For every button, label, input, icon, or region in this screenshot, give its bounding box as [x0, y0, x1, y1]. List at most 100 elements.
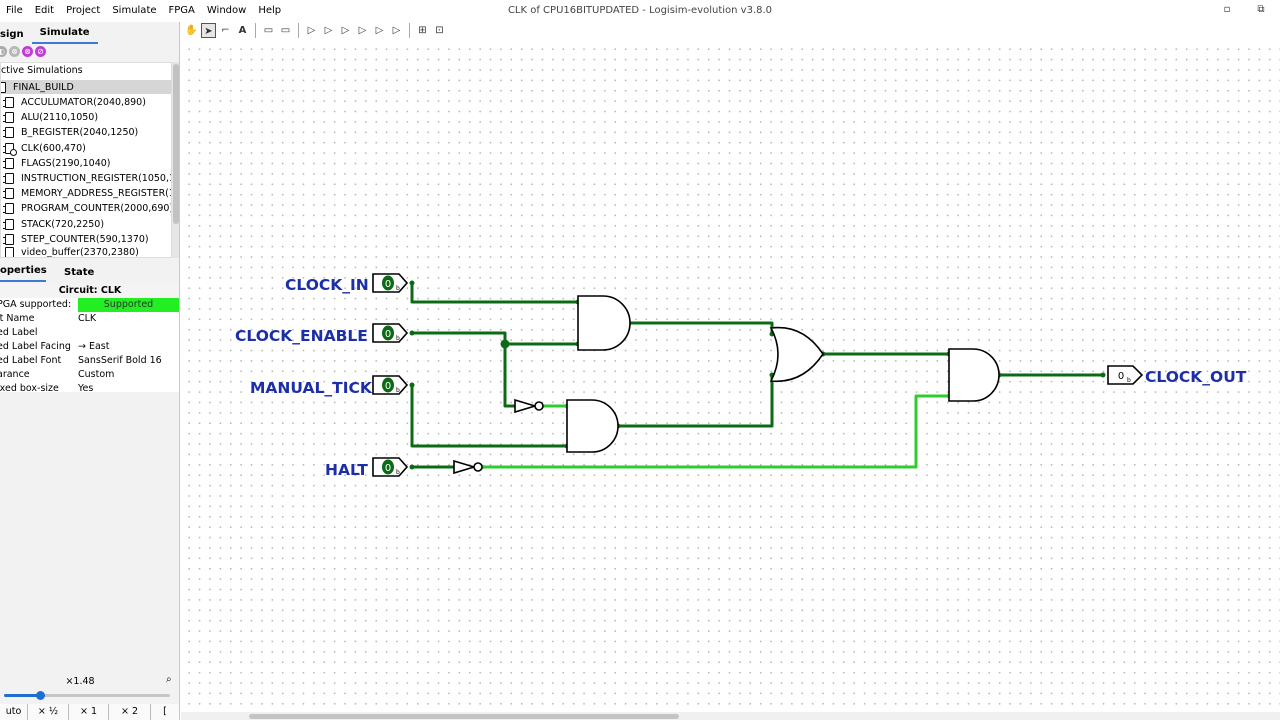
tree-item-root[interactable]: FINAL_BUILD — [1, 80, 74, 94]
chip-icon — [3, 218, 14, 230]
property-key: ed Label Facing — [0, 341, 71, 352]
output-pin-icon[interactable]: ▭ — [278, 23, 293, 38]
zoom-magnifier-icon[interactable]: ⌕ — [166, 674, 176, 685]
text-tool-icon[interactable]: A — [235, 23, 250, 38]
input-pin-halt[interactable]: 0 b — [372, 457, 409, 477]
sim-tick-icon[interactable]: ⊘ — [35, 46, 46, 57]
logisim-window: File Edit Project Simulate FPGA Window H… — [0, 0, 1280, 720]
minimize-button[interactable]: ▫ — [1220, 4, 1234, 15]
tree-scrollbar[interactable] — [172, 62, 179, 258]
left-panel: sign Simulate ◐ ⊗ ⊗ ⊘ ctive Simulations … — [0, 22, 180, 720]
high-wires — [480, 394, 951, 469]
menu-project[interactable]: Project — [60, 0, 106, 22]
and-gate-1[interactable] — [577, 295, 631, 351]
tree-item[interactable]: STACK(720,2250) — [3, 217, 104, 231]
output-pin-clock-out[interactable]: 0 b — [1107, 365, 1144, 385]
zoom-two-button[interactable]: × 2 — [109, 704, 151, 720]
appearance-icon[interactable]: ⊡ — [432, 23, 447, 38]
property-key: ixed box-size — [0, 383, 59, 394]
wire-manual-tick — [410, 383, 569, 448]
zoom-auto-button[interactable]: uto — [0, 704, 28, 720]
tab-state[interactable]: State — [64, 267, 94, 282]
zoom-slider-knob[interactable] — [36, 691, 45, 700]
menu-simulate[interactable]: Simulate — [106, 0, 162, 22]
tab-design[interactable]: sign — [0, 29, 32, 44]
not-gate-1[interactable] — [514, 398, 538, 414]
zoom-slider[interactable] — [4, 691, 170, 700]
chip-icon — [3, 187, 14, 199]
property-value[interactable]: SansSerif Bold 16 — [78, 354, 179, 368]
buffer-gate-icon[interactable]: ▷ — [321, 23, 336, 38]
zoom-fit-button[interactable]: [ — [151, 704, 179, 720]
hand-icon[interactable]: ✋ — [184, 23, 199, 38]
and-gate-icon[interactable]: ▷ — [338, 23, 353, 38]
menu-edit[interactable]: Edit — [29, 0, 60, 22]
maximize-button[interactable]: ⧉ — [1254, 4, 1268, 15]
input-pin-manual-tick[interactable]: 0 b — [372, 375, 409, 395]
input-pin-clock-enable[interactable]: 0 b — [372, 323, 409, 343]
sim-enable-icon[interactable]: ◐ — [0, 46, 7, 57]
property-value[interactable]: Yes — [78, 382, 179, 396]
wire-icon[interactable]: ⌐ — [218, 23, 233, 38]
tree-item-label: FINAL_BUILD — [13, 81, 74, 93]
menu-fpga[interactable]: FPGA — [163, 0, 201, 22]
property-row: arance Custom — [0, 368, 179, 382]
input-pin-clock-in[interactable]: 0 b — [372, 273, 409, 293]
junction-dot — [500, 339, 510, 349]
svg-text:b: b — [396, 285, 400, 292]
menu-window[interactable]: Window — [201, 0, 252, 22]
zoom-slider-fill — [4, 694, 40, 697]
tree-item[interactable]: B_REGISTER(2040,1250) — [3, 125, 138, 139]
chip-icon — [3, 111, 14, 123]
select-arrow-icon[interactable]: ➤ — [201, 23, 216, 38]
pin-dot — [409, 382, 415, 388]
sim-reset-icon[interactable]: ⊗ — [9, 46, 20, 57]
and-gate-3[interactable] — [948, 348, 1000, 402]
tree-item[interactable]: ACCULUMATOR(2040,890) — [3, 95, 146, 109]
svg-text:b: b — [1127, 377, 1131, 384]
pin-dot — [1100, 372, 1106, 378]
tree-item-label: STEP_COUNTER(590,1370) — [21, 233, 149, 245]
input-pin-icon[interactable]: ▭ — [261, 23, 276, 38]
tree-item[interactable]: ALU(2110,1050) — [3, 110, 99, 124]
sim-step-icon[interactable]: ⊗ — [22, 46, 33, 57]
or-gate[interactable] — [769, 326, 824, 383]
chip-icon — [3, 126, 14, 138]
tree-item[interactable]: MEMORY_ADDRESS_REGISTER(1110 — [3, 186, 171, 200]
property-value[interactable]: → East — [78, 340, 179, 354]
explorer-tabs: sign Simulate — [0, 22, 179, 44]
menu-file[interactable]: File — [0, 0, 29, 22]
not-gate-2[interactable] — [453, 459, 477, 475]
property-value[interactable]: CLK — [78, 312, 179, 326]
tree-item-label: ALU(2110,1050) — [21, 111, 99, 123]
window-controls: ▫ ⧉ — [1220, 4, 1268, 15]
not-gate-icon[interactable]: ▷ — [304, 23, 319, 38]
tree-item[interactable]: FLAGS(2190,1040) — [3, 156, 111, 170]
property-key: ed Label Font — [0, 355, 62, 366]
scrollbar-thumb[interactable] — [249, 714, 679, 719]
sub-circuit-icon[interactable]: ⊞ — [415, 23, 430, 38]
tab-simulate[interactable]: Simulate — [31, 27, 98, 44]
property-value[interactable]: Custom — [78, 368, 179, 382]
tree-item[interactable]: INSTRUCTION_REGISTER(1050,1090) — [3, 171, 171, 185]
menu-help[interactable]: Help — [252, 0, 287, 22]
not-gate-2-bubble — [473, 462, 483, 472]
canvas-horizontal-scrollbar[interactable] — [181, 712, 1280, 720]
tab-properties[interactable]: operties — [0, 265, 47, 282]
and-gate-2[interactable] — [566, 399, 619, 453]
property-value[interactable]: Supported — [78, 298, 179, 312]
or-gate-icon[interactable]: ▷ — [355, 23, 370, 38]
nor-gate-icon[interactable]: ▷ — [389, 23, 404, 38]
chip-icon — [3, 233, 14, 245]
tree-item[interactable]: PROGRAM_COUNTER(2000,690) — [3, 201, 171, 215]
tree-item-label: CLK(600,470) — [21, 142, 86, 154]
zoom-label: ×1.48 — [65, 676, 95, 687]
tree-item[interactable]: STEP_COUNTER(590,1370) — [3, 232, 149, 246]
nand-gate-icon[interactable]: ▷ — [372, 23, 387, 38]
zoom-one-button[interactable]: × 1 — [69, 704, 109, 720]
zoom-half-button[interactable]: × ½ — [28, 704, 69, 720]
circuit-canvas[interactable]: CLOCK_IN CLOCK_ENABLE MANUAL_TICK HALT C… — [181, 40, 1280, 712]
tree-item-active[interactable]: CLK(600,470) — [3, 141, 86, 156]
tree-item[interactable]: video_buffer(2370,2380) — [5, 247, 139, 257]
svg-text:b: b — [396, 387, 400, 394]
